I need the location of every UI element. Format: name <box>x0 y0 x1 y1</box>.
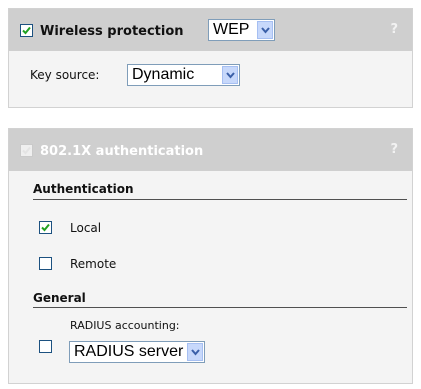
radius-server-value: RADIUS server 1 <box>74 343 197 360</box>
help-icon[interactable]: ? <box>390 22 398 37</box>
authentication-divider <box>33 199 407 200</box>
dropdown-button[interactable] <box>187 343 203 361</box>
checkmark-icon <box>22 26 31 35</box>
remote-checkbox[interactable] <box>39 257 52 270</box>
radius-server-select[interactable]: RADIUS server 1 <box>69 341 205 363</box>
radius-accounting-label: RADIUS accounting: <box>70 319 180 332</box>
wireless-protection-label: Wireless protection <box>40 24 184 39</box>
radius-accounting-checkbox[interactable] <box>39 340 52 353</box>
chevron-down-icon <box>261 27 270 34</box>
chevron-down-icon <box>226 72 235 79</box>
checkmark-icon <box>41 223 50 232</box>
wireless-protection-mode-select[interactable]: WEP <box>208 19 275 41</box>
remote-label: Remote <box>70 257 117 271</box>
key-source-select[interactable]: Dynamic <box>127 64 240 86</box>
wireless-protection-checkbox[interactable] <box>20 24 33 37</box>
general-divider <box>33 307 407 308</box>
key-source-label: Key source: <box>30 68 100 82</box>
wireless-protection-mode-value: WEP <box>213 21 250 38</box>
dropdown-button[interactable] <box>257 21 273 39</box>
authentication-heading: Authentication <box>33 182 134 196</box>
wireless-protection-panel: Wireless protection WEP ? Key source: Dy… <box>8 8 413 108</box>
chevron-down-icon <box>191 349 200 356</box>
dot1x-authentication-checkbox[interactable] <box>20 144 33 157</box>
general-heading: General <box>33 291 86 305</box>
checkmark-icon <box>22 146 31 155</box>
dot1x-authentication-header: 802.1X authentication ? <box>9 129 412 171</box>
dot1x-authentication-panel: 802.1X authentication ? Authentication L… <box>8 128 413 384</box>
help-icon[interactable]: ? <box>390 142 398 157</box>
dropdown-button[interactable] <box>222 66 238 84</box>
wireless-protection-header: Wireless protection WEP ? <box>9 9 412 51</box>
local-label: Local <box>70 221 102 235</box>
dot1x-authentication-label: 802.1X authentication <box>40 144 204 159</box>
key-source-value: Dynamic <box>132 66 195 83</box>
local-checkbox[interactable] <box>39 221 52 234</box>
